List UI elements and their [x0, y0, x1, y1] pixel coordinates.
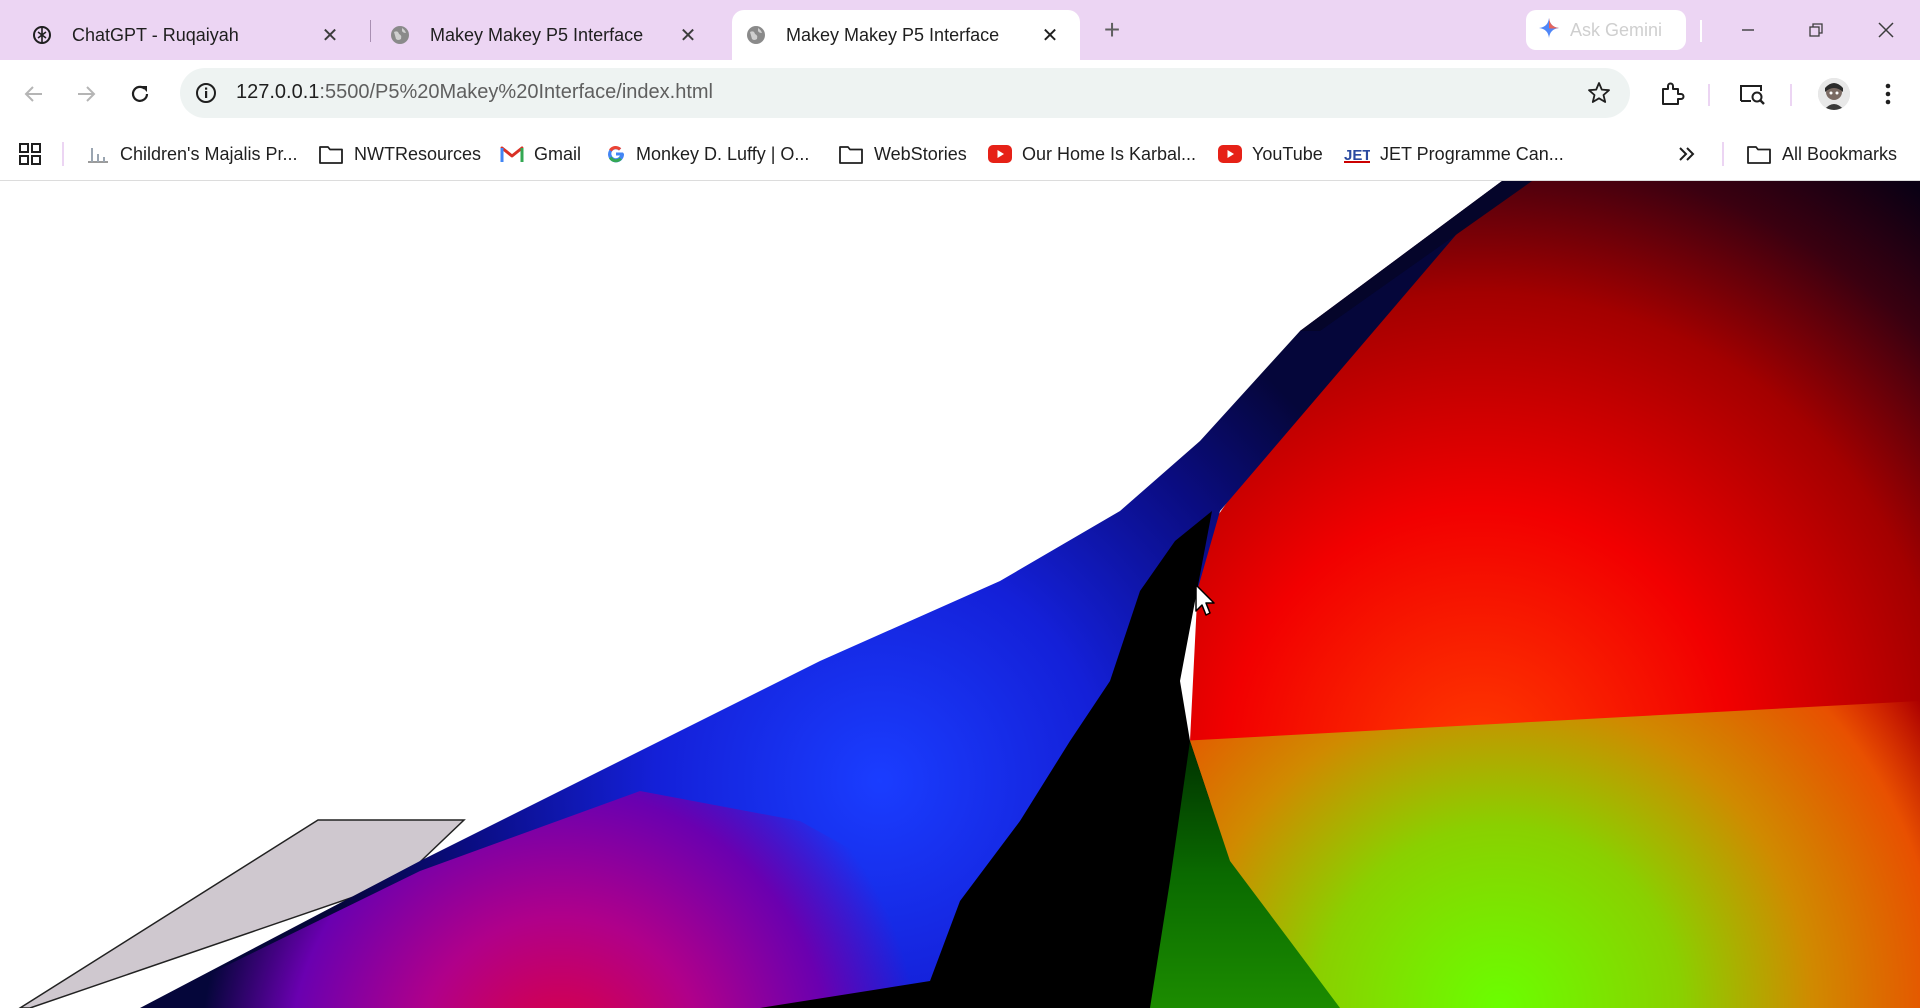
bookmark-label: WebStories: [874, 143, 967, 164]
lens-search-icon[interactable]: [1732, 74, 1772, 114]
bookmarks-divider: [62, 142, 64, 166]
toolbar-divider: [1708, 84, 1710, 106]
close-tab-icon[interactable]: ✕: [1038, 23, 1062, 47]
profile-avatar[interactable]: [1818, 78, 1850, 110]
tab-title: Makey Makey P5 Interface: [430, 24, 644, 45]
address-bar[interactable]: 127.0.0.1:5500/P5%20Makey%20Interface/in…: [180, 68, 1630, 118]
bookmark-label: Children's Majalis Pr...: [120, 143, 298, 164]
close-window-button[interactable]: [1866, 12, 1906, 48]
tab-makey-1[interactable]: Makey Makey P5 Interface ✕: [358, 10, 718, 60]
site-info-icon[interactable]: [194, 81, 218, 110]
google-icon: [606, 144, 626, 164]
folder-icon: [1746, 143, 1772, 165]
reload-button[interactable]: [120, 74, 160, 114]
folder-icon: [318, 143, 344, 165]
folder-icon: [838, 143, 864, 165]
bookmark-label: YouTube: [1252, 143, 1323, 164]
toolbar-divider: [1790, 84, 1792, 106]
globe-icon: [390, 25, 410, 45]
apps-grid-icon[interactable]: [18, 138, 42, 170]
bookmarks-overflow-button[interactable]: [1676, 138, 1696, 170]
openai-icon: [32, 25, 52, 45]
bookmark-label: JET Programme Can...: [1380, 143, 1564, 164]
url-host: 127.0.0.1: [236, 81, 320, 103]
tab-makey-active[interactable]: Makey Makey P5 Interface ✕: [732, 10, 1080, 60]
tab-title: Makey Makey P5 Interface: [786, 24, 1000, 45]
bookmark-star-icon[interactable]: [1586, 80, 1612, 111]
gemini-sparkle-icon: [1538, 17, 1560, 44]
url-path: :5500/P5%20Makey%20Interface/index.html: [319, 81, 713, 103]
bookmark-childrens-majalis[interactable]: Children's Majalis Pr...: [86, 138, 298, 170]
bookmark-label: Our Home Is Karbal...: [1022, 143, 1197, 164]
chrome-menu-icon[interactable]: [1868, 74, 1908, 114]
bookmark-our-home-is-karbala[interactable]: Our Home Is Karbal...: [988, 138, 1196, 170]
bar-chart-icon: [86, 144, 110, 164]
minimize-button[interactable]: [1728, 12, 1768, 48]
browser-toolbar: 127.0.0.1:5500/P5%20Makey%20Interface/in…: [0, 60, 1920, 128]
url-text[interactable]: 127.0.0.1:5500/P5%20Makey%20Interface/in…: [236, 81, 713, 104]
bookmarks-bar: Children's Majalis Pr... NWTResources Gm…: [0, 128, 1920, 181]
bookmark-label: Monkey D. Luffy | O...: [636, 143, 810, 164]
youtube-icon: [1218, 145, 1242, 163]
all-bookmarks-button[interactable]: All Bookmarks: [1746, 138, 1897, 170]
tab-strip: ChatGPT - Ruqaiyah ✕ Makey Makey P5 Inte…: [0, 0, 1920, 60]
bookmark-gmail[interactable]: Gmail: [500, 138, 581, 170]
bookmark-label: Gmail: [534, 143, 582, 164]
back-button[interactable]: [14, 74, 54, 114]
close-tab-icon[interactable]: ✕: [318, 23, 342, 47]
tab-chatgpt[interactable]: ChatGPT - Ruqaiyah ✕: [0, 10, 360, 60]
tab-title: ChatGPT - Ruqaiyah: [72, 24, 239, 45]
window-divider: [1700, 20, 1702, 42]
extensions-button[interactable]: [1652, 74, 1692, 114]
close-tab-icon[interactable]: ✕: [676, 23, 700, 47]
p5-canvas[interactable]: [0, 181, 1920, 1008]
bookmark-jet-programme[interactable]: JET JET Programme Can...: [1344, 138, 1564, 170]
jet-icon: JET: [1344, 144, 1370, 164]
gemini-label: Ask Gemini: [1570, 19, 1663, 40]
bookmark-monkey-d-luffy[interactable]: Monkey D. Luffy | O...: [606, 138, 809, 170]
restore-button[interactable]: [1796, 12, 1836, 48]
bookmark-label: NWTResources: [354, 143, 482, 164]
youtube-icon: [988, 145, 1012, 163]
new-tab-button[interactable]: +: [1098, 14, 1126, 45]
ask-gemini-button[interactable]: Ask Gemini: [1526, 10, 1686, 50]
bookmarks-divider: [1722, 142, 1724, 166]
forward-button[interactable]: [66, 74, 106, 114]
bookmark-webstories[interactable]: WebStories: [838, 138, 967, 170]
gmail-icon: [500, 145, 524, 163]
globe-icon: [746, 25, 766, 45]
bookmark-nwtresources[interactable]: NWTResources: [318, 138, 481, 170]
sketch-render: [0, 181, 1920, 1008]
bookmark-youtube[interactable]: YouTube: [1218, 138, 1323, 170]
all-bookmarks-label: All Bookmarks: [1782, 143, 1898, 164]
